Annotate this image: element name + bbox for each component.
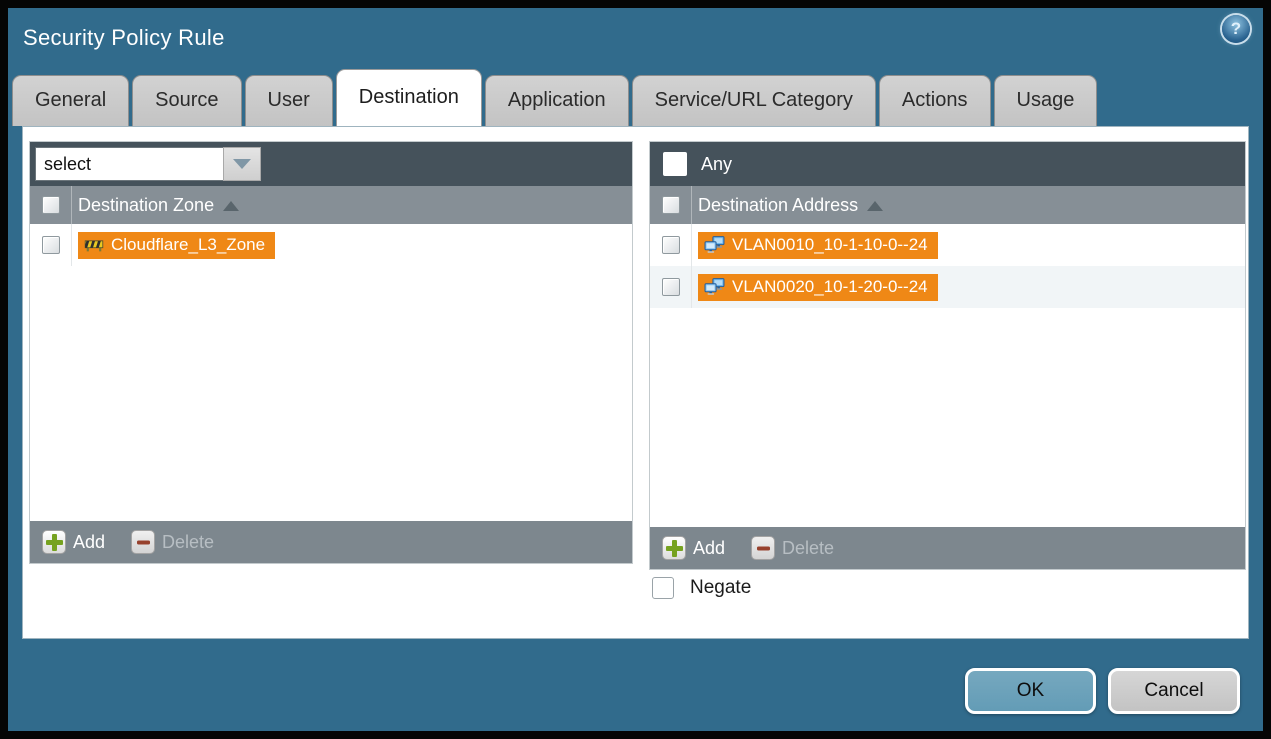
address-row-checkbox[interactable] bbox=[662, 278, 680, 296]
network-address-icon bbox=[704, 236, 725, 253]
page-title: Security Policy Rule bbox=[23, 25, 225, 51]
tab-bar: General Source User Destination Applicat… bbox=[12, 69, 1097, 126]
delete-button-label: Delete bbox=[782, 538, 834, 559]
destination-zone-panel: Destination Zone bbox=[29, 141, 633, 564]
cancel-button[interactable]: Cancel bbox=[1108, 668, 1240, 714]
sort-ascending-icon bbox=[867, 201, 883, 211]
address-toolbar: Any bbox=[650, 142, 1245, 186]
zone-select-all-checkbox[interactable] bbox=[42, 196, 60, 214]
table-row: Cloudflare_L3_Zone bbox=[30, 224, 632, 266]
zone-column-label: Destination Zone bbox=[78, 195, 214, 216]
address-list: VLAN0010_10-1-10-0--24 bbox=[650, 224, 1245, 527]
tab-actions[interactable]: Actions bbox=[879, 75, 991, 126]
tab-service-url-category[interactable]: Service/URL Category bbox=[632, 75, 876, 126]
security-policy-rule-dialog: Security Policy Rule ? General Source Us… bbox=[8, 8, 1263, 731]
zone-select-dropdown-button[interactable] bbox=[223, 147, 261, 181]
delete-button[interactable]: Delete bbox=[131, 530, 214, 554]
negate-checkbox[interactable] bbox=[652, 577, 674, 599]
destination-address-panel: Any Destination Address bbox=[649, 141, 1246, 570]
zone-item[interactable]: Cloudflare_L3_Zone bbox=[78, 232, 275, 259]
minus-icon bbox=[751, 536, 775, 560]
zone-action-bar: Add Delete bbox=[30, 521, 632, 563]
zone-toolbar bbox=[30, 142, 632, 186]
chevron-down-icon bbox=[233, 159, 251, 169]
address-row-checkbox-cell bbox=[650, 266, 692, 308]
add-button-label: Add bbox=[693, 538, 725, 559]
delete-button[interactable]: Delete bbox=[751, 536, 834, 560]
minus-icon bbox=[131, 530, 155, 554]
zone-row-checkbox-cell bbox=[30, 224, 72, 266]
sort-ascending-icon bbox=[223, 201, 239, 211]
delete-button-label: Delete bbox=[162, 532, 214, 553]
address-row-checkbox-cell bbox=[650, 224, 692, 266]
address-item[interactable]: VLAN0020_10-1-20-0--24 bbox=[698, 274, 938, 301]
tab-general[interactable]: General bbox=[12, 75, 129, 126]
zone-item-label: Cloudflare_L3_Zone bbox=[111, 235, 265, 255]
zone-column-header[interactable]: Destination Zone bbox=[30, 186, 632, 224]
tab-destination[interactable]: Destination bbox=[336, 69, 482, 126]
zone-icon bbox=[84, 237, 104, 252]
add-button-label: Add bbox=[73, 532, 105, 553]
negate-label: Negate bbox=[690, 577, 751, 599]
add-button[interactable]: Add bbox=[42, 530, 105, 554]
address-column-label: Destination Address bbox=[698, 195, 858, 216]
zone-select-combo bbox=[35, 147, 261, 181]
tab-source[interactable]: Source bbox=[132, 75, 241, 126]
address-action-bar: Add Delete bbox=[650, 527, 1245, 569]
network-address-icon bbox=[704, 278, 725, 295]
add-button[interactable]: Add bbox=[662, 536, 725, 560]
any-checkbox[interactable] bbox=[663, 152, 687, 176]
zone-row-checkbox[interactable] bbox=[42, 236, 60, 254]
address-item[interactable]: VLAN0010_10-1-10-0--24 bbox=[698, 232, 938, 259]
table-row: VLAN0010_10-1-10-0--24 bbox=[650, 224, 1245, 266]
zone-column-title: Destination Zone bbox=[78, 195, 239, 216]
zone-select-input[interactable] bbox=[35, 147, 223, 181]
address-item-label: VLAN0020_10-1-20-0--24 bbox=[732, 277, 928, 297]
zone-header-checkbox-cell bbox=[30, 186, 72, 224]
help-icon[interactable]: ? bbox=[1222, 15, 1250, 43]
ok-button[interactable]: OK bbox=[965, 668, 1096, 714]
destination-tab-content: Destination Zone bbox=[22, 126, 1249, 639]
address-header-checkbox-cell bbox=[650, 186, 692, 224]
zone-list: Cloudflare_L3_Zone bbox=[30, 224, 632, 521]
tab-user[interactable]: User bbox=[245, 75, 333, 126]
table-row: VLAN0020_10-1-20-0--24 bbox=[650, 266, 1245, 308]
any-control: Any bbox=[655, 152, 732, 176]
plus-icon bbox=[42, 530, 66, 554]
tab-application[interactable]: Application bbox=[485, 75, 629, 126]
any-label: Any bbox=[701, 154, 732, 175]
address-row-checkbox[interactable] bbox=[662, 236, 680, 254]
address-select-all-checkbox[interactable] bbox=[662, 196, 680, 214]
address-item-label: VLAN0010_10-1-10-0--24 bbox=[732, 235, 928, 255]
negate-control: Negate bbox=[652, 577, 751, 599]
address-column-header[interactable]: Destination Address bbox=[650, 186, 1245, 224]
address-column-title: Destination Address bbox=[698, 195, 883, 216]
plus-icon bbox=[662, 536, 686, 560]
tab-usage[interactable]: Usage bbox=[994, 75, 1098, 126]
